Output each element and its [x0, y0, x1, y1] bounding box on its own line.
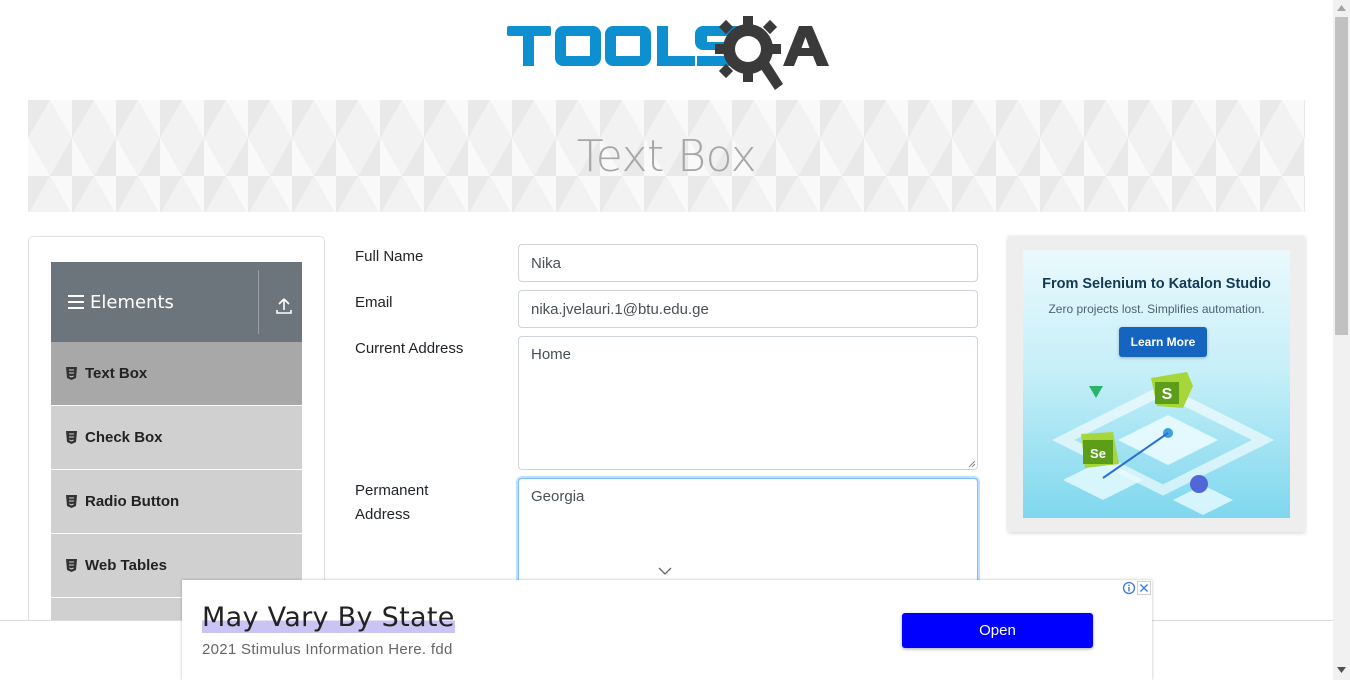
html5-icon: [66, 367, 77, 380]
svg-text:S: S: [1162, 386, 1173, 403]
ad-description: 2021 Stimulus Information Here. fdd: [202, 641, 453, 658]
learn-more-button[interactable]: Learn More: [1119, 327, 1207, 357]
current-address-value: Home: [531, 346, 572, 363]
open-button[interactable]: Open: [902, 613, 1093, 648]
side-advertisement[interactable]: From Selenium to Katalon Studio Zero pro…: [1008, 236, 1305, 532]
sidebar-item-text-box[interactable]: Text Box: [51, 342, 302, 405]
current-address-textarea[interactable]: Home: [518, 336, 978, 470]
sidebar-item-check-box[interactable]: Check Box: [51, 406, 302, 469]
ad-creative: From Selenium to Katalon Studio Zero pro…: [1023, 250, 1290, 518]
permanent-address-label-line1: Permanent: [355, 482, 429, 499]
close-icon[interactable]: [1137, 581, 1151, 595]
html5-icon: [66, 431, 77, 444]
collapse-up-icon[interactable]: [275, 296, 293, 316]
ad-illustration: S Se: [1051, 372, 1275, 515]
full-name-label: Full Name: [355, 248, 424, 265]
vertical-scrollbar[interactable]: [1333, 0, 1350, 680]
sidebar-group-title: Elements: [90, 291, 174, 313]
ad-headline[interactable]: May Vary By State: [202, 602, 455, 633]
scrollbar-thumb[interactable]: [1335, 17, 1348, 335]
sidebar-item-label: Web Tables: [85, 557, 167, 574]
info-icon[interactable]: [1122, 581, 1136, 595]
html5-icon: [66, 495, 77, 508]
sidebar-item-label: Radio Button: [85, 493, 180, 510]
sidebar-item-label: Check Box: [85, 429, 163, 446]
ad-title: From Selenium to Katalon Studio: [1042, 276, 1271, 292]
chevron-down-icon: [658, 567, 672, 575]
current-address-label: Current Address: [355, 340, 464, 357]
page: Text Box Elements Text Box Check Box Rad…: [0, 0, 1333, 680]
page-banner: Text Box: [28, 100, 1305, 212]
resize-grip-icon[interactable]: [966, 458, 976, 468]
ad-subtitle: Zero projects lost. Simplifies automatio…: [1048, 302, 1265, 316]
svg-text:Se: Se: [1090, 446, 1106, 461]
divider: [258, 270, 259, 334]
toolsqa-logo[interactable]: [507, 14, 829, 90]
sidebar-item-radio-button[interactable]: Radio Button: [51, 470, 302, 533]
html5-icon: [66, 559, 77, 572]
permanent-address-label: Permanent Address: [355, 479, 428, 527]
email-label: Email: [355, 294, 393, 311]
sidebar-group-elements[interactable]: Elements: [51, 262, 302, 342]
permanent-address-label-line2: Address: [355, 506, 411, 523]
page-title: Text Box: [576, 130, 757, 182]
email-input[interactable]: nika.jvelauri.1@btu.edu.ge: [518, 290, 978, 328]
hamburger-icon: [68, 295, 84, 309]
scroll-down-arrow-icon[interactable]: [1337, 667, 1346, 673]
sidebar-item-label: Text Box: [85, 365, 148, 382]
permanent-address-value: Georgia: [531, 488, 585, 505]
scroll-up-arrow-icon[interactable]: [1337, 5, 1346, 11]
full-name-input[interactable]: Nika: [518, 244, 978, 282]
bottom-advertisement[interactable]: May Vary By State 2021 Stimulus Informat…: [182, 580, 1152, 680]
